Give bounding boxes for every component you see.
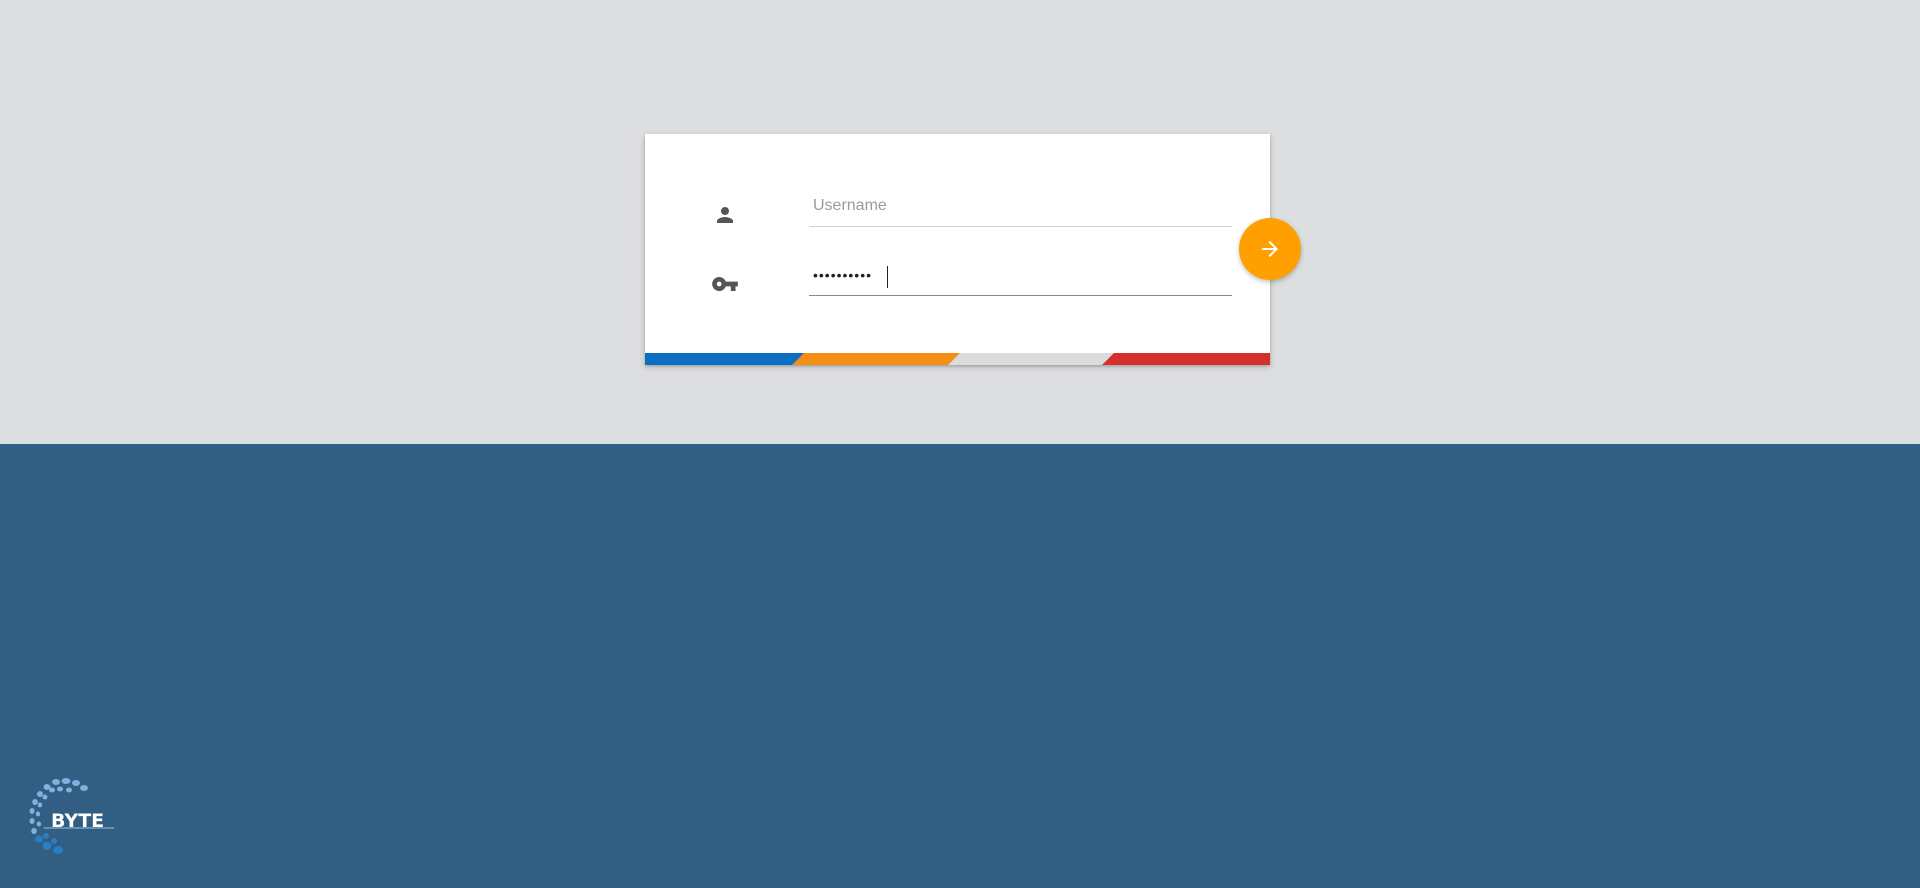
- password-row: [709, 254, 1232, 304]
- username-input[interactable]: [809, 185, 1232, 227]
- stripe-grey: [948, 353, 1118, 365]
- person-icon: [709, 199, 741, 231]
- login-card: [645, 134, 1270, 365]
- text-caret: [887, 266, 888, 288]
- login-submit-button[interactable]: [1239, 218, 1301, 280]
- stripe-blue: [645, 353, 805, 365]
- byte-logo: BYTE: [22, 776, 122, 862]
- key-icon: [709, 268, 741, 300]
- username-row: [709, 185, 1232, 235]
- background-bottom: [0, 444, 1920, 888]
- arrow-right-icon: [1258, 237, 1282, 261]
- stripe-orange: [792, 353, 962, 365]
- login-page: BYTE: [0, 0, 1920, 888]
- logo-text: BYTE: [51, 810, 105, 832]
- password-input[interactable]: [809, 254, 1232, 296]
- stripe-red: [1102, 353, 1270, 365]
